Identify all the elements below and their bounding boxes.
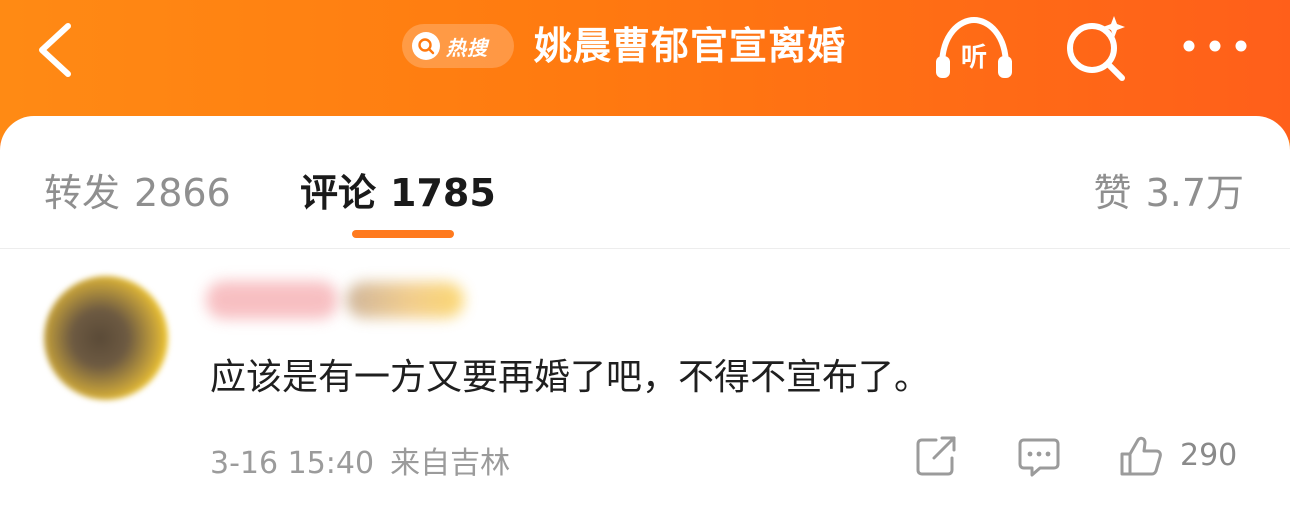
tab-comment[interactable]: 评论 1785: [300, 162, 496, 217]
chevron-left-icon[interactable]: [30, 20, 80, 80]
username-blurred[interactable]: [206, 281, 338, 319]
comment-meta: 3-16 15:40 来自吉林: [210, 438, 510, 482]
tab-like[interactable]: 赞 3.7万: [1094, 162, 1244, 217]
tab-like-label: 赞: [1093, 171, 1132, 215]
page-title: 姚晨曹郁官宣离婚: [534, 24, 847, 68]
tab-repost-count: 2866: [134, 171, 231, 215]
active-tab-indicator: [352, 230, 454, 238]
hot-search-badge[interactable]: 热搜: [402, 24, 514, 68]
more-dots-icon[interactable]: [1180, 36, 1250, 56]
comment-panel: 转发 2866 评论 1785 赞 3.7万 应该是有一方又要再婚了吧，不得不宣布了。…: [0, 116, 1290, 506]
search-icon: [412, 32, 440, 60]
search-sparkle-icon[interactable]: [1060, 14, 1132, 82]
like-count: 290: [1180, 438, 1238, 473]
tab-comment-label: 评论: [300, 171, 377, 215]
tab-repost[interactable]: 转发 2866: [44, 162, 231, 217]
share-icon[interactable]: [914, 434, 960, 478]
tab-like-count: 3.7万: [1145, 171, 1244, 215]
hot-search-label: 热搜: [446, 35, 488, 60]
tab-bar: 转发 2866 评论 1785 赞 3.7万: [0, 116, 1290, 249]
listen-label: 听: [961, 43, 987, 73]
comment-location: 来自吉林: [390, 446, 511, 481]
thumbs-up-icon[interactable]: [1118, 434, 1164, 478]
comment-icon[interactable]: [1016, 434, 1062, 478]
comment-time: 3-16 15:40: [210, 446, 375, 481]
tab-comment-count: 1785: [390, 171, 496, 215]
user-badge-blurred: [346, 282, 464, 318]
comment-text: 应该是有一方又要再婚了吧，不得不宣布了。: [210, 357, 931, 398]
headphones-listen-icon[interactable]: 听: [932, 14, 1016, 82]
avatar[interactable]: [44, 276, 168, 400]
tab-repost-label: 转发: [44, 171, 121, 215]
